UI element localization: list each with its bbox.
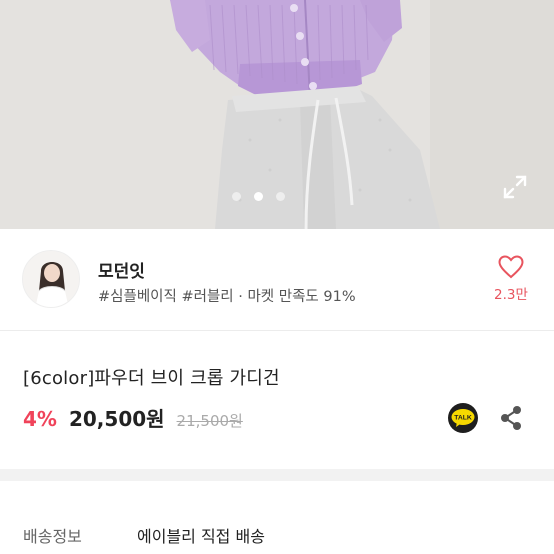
expand-image-button[interactable]: [502, 174, 528, 200]
carousel-indicator: [0, 192, 554, 201]
heart-icon: [498, 255, 524, 279]
expand-icon: [503, 175, 527, 199]
original-price: 21,500원: [176, 412, 243, 430]
sale-price: 20,500원: [68, 407, 165, 431]
price-row: 4% 20,500원 21,500원: [23, 403, 243, 433]
shipping-value: 에이블리 직접 배송: [137, 527, 265, 546]
talk-label: TALK: [454, 415, 472, 422]
kakaotalk-icon: TALK: [448, 403, 478, 433]
share-icon: [501, 406, 521, 430]
carousel-dot[interactable]: [275, 192, 285, 201]
like-button[interactable]: 2.3만: [486, 255, 536, 303]
shop-avatar-image: [23, 251, 79, 307]
shop-avatar[interactable]: [22, 250, 80, 308]
shop-info[interactable]: 모던잇 #심플베이직 #러블리 · 마켓 만족도 91% 2.3만: [0, 229, 554, 330]
kakaotalk-button[interactable]: TALK: [448, 403, 478, 433]
divider: [0, 330, 554, 331]
shop-tags: #심플베이직 #러블리 · 마켓 만족도 91%: [98, 289, 356, 305]
shop-name[interactable]: 모던잇: [98, 257, 145, 282]
share-button[interactable]: [498, 404, 524, 432]
discount-rate: 4%: [23, 407, 57, 431]
product-title: [6color]파우더 브이 크롭 가디건: [23, 368, 280, 389]
product-image-carousel[interactable]: [0, 0, 554, 229]
like-count: 2.3만: [494, 287, 528, 303]
carousel-dot[interactable]: [231, 192, 241, 201]
shipping-label: 배송정보: [23, 527, 82, 546]
carousel-dot-active[interactable]: [253, 192, 263, 201]
section-separator: [0, 469, 554, 481]
